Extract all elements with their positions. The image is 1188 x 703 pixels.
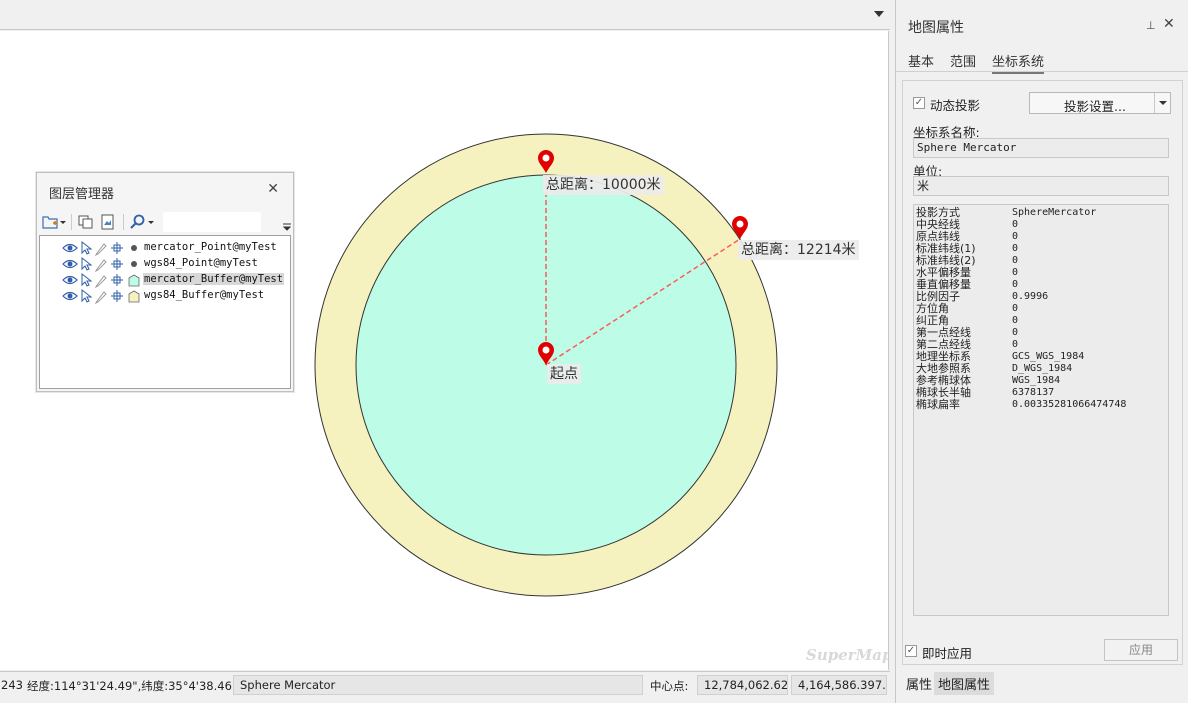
search-icon[interactable]	[129, 213, 147, 231]
snappable-crosshair-icon[interactable]	[110, 288, 124, 304]
unit-field: 米	[913, 176, 1169, 196]
crs-readout: Sphere Mercator	[233, 675, 643, 695]
panel-tabs: 基本 范围 坐标系统	[896, 48, 1188, 74]
param-row: 比例因子 0.9996	[916, 291, 1166, 303]
region-layer-icon	[128, 290, 140, 303]
projection-settings-button[interactable]: 投影设置...	[1029, 92, 1171, 114]
map-properties-panel: 地图属性 ⊥ ✕ 基本 范围 坐标系统 ✓ 动态投影 投影设置... 坐标系名称…	[895, 0, 1188, 703]
projection-params-box: 投影方式 SphereMercator 中央经线 0 原点纬线 0 标准纬线(1) 0 标准纬线…	[913, 204, 1169, 616]
point-layer-icon	[131, 245, 137, 251]
apply-button[interactable]: 应用	[1104, 639, 1178, 661]
crs-name-field: Sphere Mercator	[913, 138, 1169, 158]
selectable-cursor-icon[interactable]	[80, 272, 92, 288]
editable-pencil-icon[interactable]	[94, 272, 108, 288]
label-point2-distance: 总距离：12214米	[738, 240, 859, 260]
editable-pencil-icon[interactable]	[94, 256, 108, 272]
param-value: SphereMercator	[1012, 207, 1097, 218]
layer-name: mercator_Point@myTest	[144, 241, 277, 253]
layer-row[interactable]: wgs84_Point@myTest	[40, 256, 290, 272]
add-layer-dropdown-icon[interactable]	[59, 213, 67, 231]
param-value: D_WGS_1984	[1012, 363, 1073, 374]
param-value: 0	[1012, 327, 1019, 338]
apply-immediately-label: 即时应用	[922, 646, 973, 661]
region-layer-icon	[128, 274, 140, 287]
tab-extent[interactable]: 范围	[950, 51, 976, 70]
close-icon[interactable]: ✕	[1163, 16, 1175, 32]
param-value: 0	[1012, 303, 1019, 314]
snappable-crosshair-icon[interactable]	[110, 256, 124, 272]
tab-map-properties[interactable]: 地图属性	[934, 672, 995, 695]
layer-manager-toolbar	[41, 211, 291, 233]
selectable-cursor-icon[interactable]	[80, 240, 92, 256]
search-dropdown-icon[interactable]	[147, 213, 155, 231]
center-y-field[interactable]: 4,164,586.397...	[791, 675, 887, 695]
apply-immediately-checkbox[interactable]: ✓	[905, 645, 917, 657]
layer-search-input[interactable]	[163, 212, 261, 232]
param-value: 0.9996	[1012, 291, 1049, 302]
param-value: 6378137	[1012, 387, 1055, 398]
param-value: 0	[1012, 231, 1019, 242]
coordinate-system-page: ✓ 动态投影 投影设置... 坐标系名称: Sphere Mercator 单位…	[902, 80, 1183, 665]
param-row: 方位角 0	[916, 303, 1166, 315]
add-layer-icon[interactable]	[41, 213, 59, 231]
param-value: GCS_WGS_1984	[1012, 351, 1085, 362]
point-layer-icon	[131, 261, 137, 267]
close-icon[interactable]: ✕	[267, 181, 279, 197]
center-x-field[interactable]: 12,784,062.62...	[697, 675, 788, 695]
projection-settings-label: 投影设置...	[1064, 99, 1126, 114]
dynamic-projection-checkbox[interactable]: ✓	[913, 97, 925, 109]
snappable-crosshair-icon[interactable]	[110, 272, 124, 288]
visibility-eye-icon[interactable]	[62, 240, 78, 256]
toolbar-overflow-icon[interactable]	[283, 223, 291, 231]
supermap-watermark: SuperMap	[806, 646, 889, 664]
layer-style-icon[interactable]	[99, 213, 117, 231]
center-label: 中心点:	[650, 679, 689, 693]
param-value: 0	[1012, 219, 1019, 230]
param-value: 0	[1012, 243, 1019, 254]
param-value: 0	[1012, 255, 1019, 266]
param-key: 椭球扁率	[916, 398, 960, 411]
selectable-cursor-icon[interactable]	[80, 288, 92, 304]
snappable-crosshair-icon[interactable]	[110, 240, 124, 256]
param-value: WGS_1984	[1012, 375, 1061, 386]
tab-basic[interactable]: 基本	[908, 51, 934, 70]
layer-group-icon[interactable]	[77, 213, 95, 231]
layer-list: mercator_Point@myTest wgs84_Point@myTestm…	[39, 235, 291, 389]
selectable-cursor-icon[interactable]	[80, 256, 92, 272]
param-value: 0.00335281066474748	[1012, 399, 1127, 410]
param-value: 0	[1012, 279, 1019, 290]
editable-pencil-icon[interactable]	[94, 240, 108, 256]
param-value: 0	[1012, 315, 1019, 326]
status-bar: 243 经度:114°31'24.49",纬度:35°4'38.46" Sphe…	[0, 671, 890, 699]
window-list-dropdown-icon[interactable]	[874, 11, 884, 17]
dynamic-projection-label: 动态投影	[930, 98, 981, 113]
layer-name: wgs84_Buffer@myTest	[144, 289, 265, 301]
param-value: 0	[1012, 339, 1019, 350]
pin-icon[interactable]: ⊥	[1146, 19, 1156, 32]
label-point1-distance: 总距离：10000米	[543, 175, 664, 195]
layer-name: mercator_Buffer@myTest	[143, 273, 285, 285]
param-value: 0	[1012, 267, 1019, 278]
visibility-eye-icon[interactable]	[62, 288, 78, 304]
param-row: 椭球扁率 0.00335281066474748	[916, 399, 1166, 411]
layer-manager-title: 图层管理器	[49, 187, 115, 202]
layer-row[interactable]: mercator_Buffer@myTest	[40, 272, 290, 288]
tab-coordinate-system[interactable]: 坐标系统	[992, 51, 1045, 74]
panel-bottom-tabs: 属性 地图属性	[896, 668, 1188, 696]
cursor-coordinates: 经度:114°31'24.49",纬度:35°4'38.46"	[27, 679, 238, 693]
tab-properties[interactable]: 属性	[902, 672, 936, 695]
label-origin: 起点	[547, 364, 581, 384]
projection-settings-dropdown-icon[interactable]	[1154, 93, 1170, 113]
layer-row[interactable]: mercator_Point@myTest	[40, 240, 290, 256]
scale-readout: 243	[1, 678, 23, 692]
layer-manager-window: 图层管理器 ✕ mercator_Point@myTest wgs84_Poin…	[36, 172, 294, 392]
layer-row[interactable]: wgs84_Buffer@myTest	[40, 288, 290, 304]
panel-title: 地图属性	[908, 20, 964, 36]
editable-pencil-icon[interactable]	[94, 288, 108, 304]
map-tab-bar	[0, 0, 890, 30]
visibility-eye-icon[interactable]	[62, 272, 78, 288]
app-window: 总距离：10000米 总距离：12214米 起点 SuperMap 图层管理器 …	[0, 0, 1188, 703]
visibility-eye-icon[interactable]	[62, 256, 78, 272]
layer-name: wgs84_Point@myTest	[144, 257, 258, 269]
